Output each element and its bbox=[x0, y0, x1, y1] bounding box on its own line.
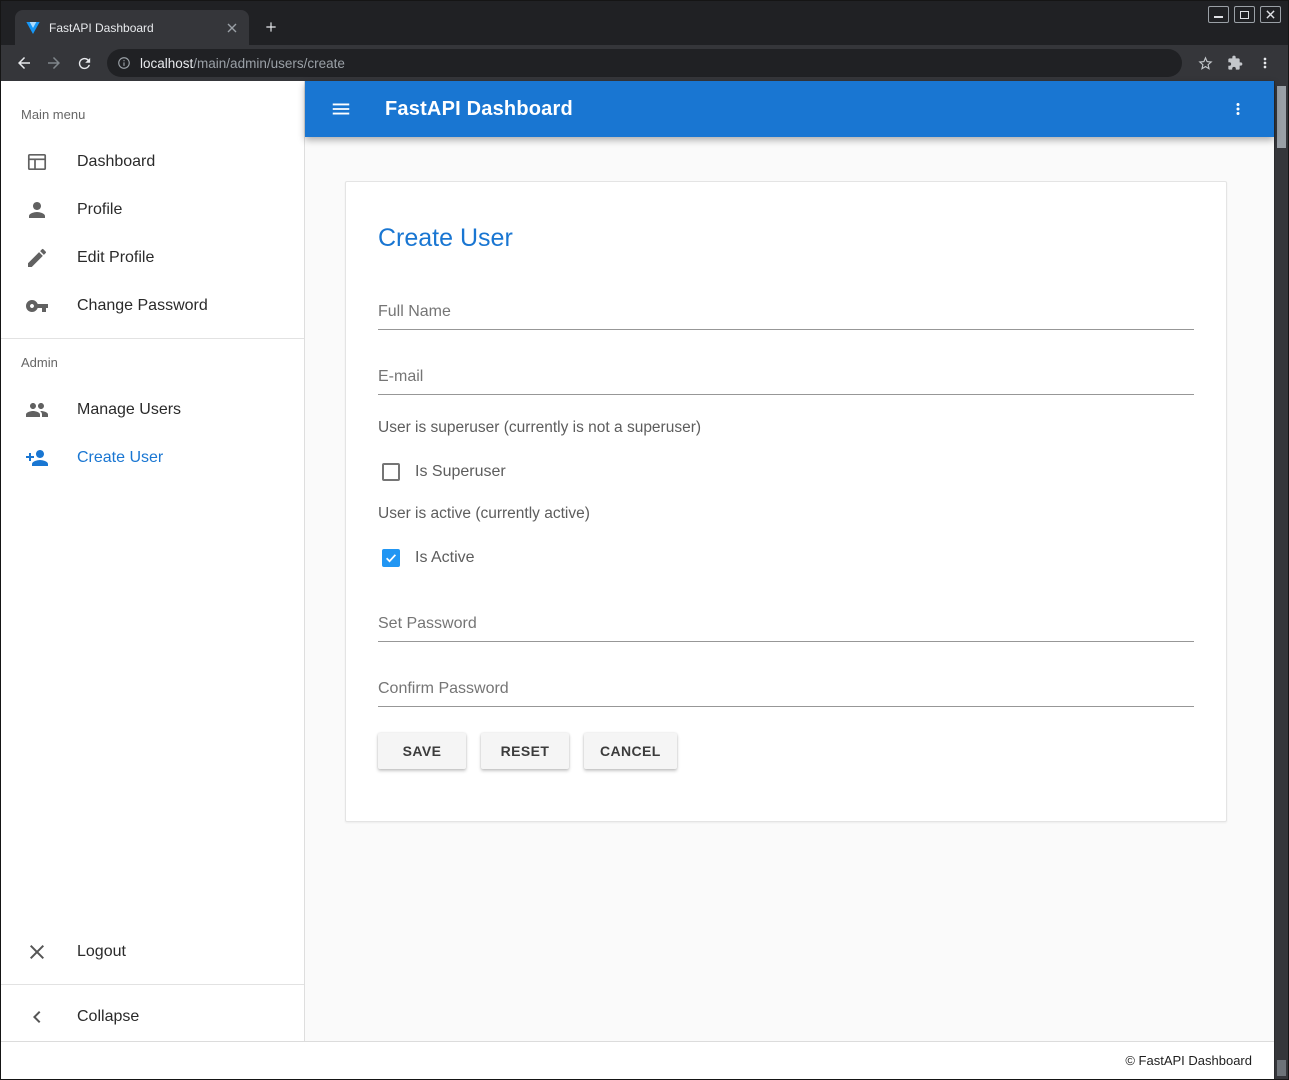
is-active-label: Is Active bbox=[415, 549, 475, 567]
copyright-text: © FastAPI Dashboard bbox=[1125, 1053, 1252, 1068]
page-info-icon[interactable] bbox=[117, 56, 131, 70]
key-icon bbox=[25, 294, 49, 318]
sidebar-item-label: Create User bbox=[77, 449, 163, 467]
maximize-icon bbox=[1240, 11, 1249, 19]
page-viewport: Main menu Dashboard Profile bbox=[1, 81, 1288, 1079]
appbar-menu-button[interactable] bbox=[1220, 91, 1256, 127]
full-name-input[interactable] bbox=[378, 299, 1194, 330]
url-text: localhost/main/admin/users/create bbox=[140, 56, 345, 71]
set-password-input[interactable] bbox=[378, 611, 1194, 642]
sidebar-section-admin: Admin bbox=[1, 347, 304, 386]
reset-button[interactable]: RESET bbox=[481, 733, 569, 769]
person-add-icon bbox=[25, 446, 49, 470]
page-title: Create User bbox=[378, 224, 1194, 253]
url-host: localhost bbox=[140, 56, 193, 71]
browser-toolbar: localhost/main/admin/users/create bbox=[1, 45, 1288, 81]
active-hint: User is active (currently active) bbox=[378, 505, 1194, 523]
create-user-card: Create User User is superuser (currently… bbox=[345, 181, 1227, 822]
back-button[interactable] bbox=[9, 48, 39, 78]
tab-strip: FastAPI Dashboard bbox=[1, 1, 1288, 45]
bookmark-star-icon[interactable] bbox=[1190, 48, 1220, 78]
chevron-left-icon bbox=[25, 1005, 49, 1029]
app-bar: FastAPI Dashboard bbox=[305, 81, 1274, 137]
appbar-title: FastAPI Dashboard bbox=[385, 98, 573, 121]
save-button[interactable]: SAVE bbox=[378, 733, 466, 769]
pencil-icon bbox=[25, 246, 49, 270]
vertical-scrollbar[interactable] bbox=[1274, 81, 1288, 1079]
checkmark-icon bbox=[384, 551, 398, 565]
tab-title: FastAPI Dashboard bbox=[49, 21, 215, 35]
dashboard-icon bbox=[25, 150, 49, 174]
page-footer: © FastAPI Dashboard bbox=[1, 1041, 1274, 1079]
browser-window: FastAPI Dashboard bbox=[0, 0, 1289, 1080]
sidebar-spacer bbox=[1, 482, 304, 928]
close-window-button[interactable] bbox=[1260, 6, 1281, 23]
address-bar[interactable]: localhost/main/admin/users/create bbox=[107, 49, 1182, 77]
window-controls bbox=[1208, 6, 1281, 23]
kebab-menu-icon bbox=[1229, 100, 1247, 118]
browser-tab[interactable]: FastAPI Dashboard bbox=[15, 10, 249, 45]
main-content: FastAPI Dashboard Create User User is su… bbox=[305, 81, 1274, 1041]
minimize-icon bbox=[1214, 11, 1223, 18]
hamburger-icon bbox=[330, 98, 352, 120]
sidebar-item-label: Dashboard bbox=[77, 153, 155, 171]
extensions-icon[interactable] bbox=[1220, 48, 1250, 78]
scrollbar-corner bbox=[1277, 1060, 1286, 1076]
sidebar-item-label: Change Password bbox=[77, 297, 208, 315]
is-active-checkbox[interactable] bbox=[382, 549, 400, 567]
sidebar-item-edit-profile[interactable]: Edit Profile bbox=[1, 234, 304, 282]
maximize-button[interactable] bbox=[1234, 6, 1255, 23]
sidebar: Main menu Dashboard Profile bbox=[1, 81, 305, 1041]
sidebar-item-label: Manage Users bbox=[77, 401, 181, 419]
superuser-hint: User is superuser (currently is not a su… bbox=[378, 419, 1194, 437]
confirm-password-input[interactable] bbox=[378, 676, 1194, 707]
is-superuser-label: Is Superuser bbox=[415, 463, 506, 481]
new-tab-button[interactable] bbox=[257, 13, 285, 41]
menu-toggle-button[interactable] bbox=[323, 91, 359, 127]
url-path: /main/admin/users/create bbox=[193, 56, 345, 71]
sidebar-item-label: Collapse bbox=[77, 1008, 139, 1026]
tab-close-icon[interactable] bbox=[223, 19, 241, 37]
minimize-button[interactable] bbox=[1208, 6, 1229, 23]
forward-button[interactable] bbox=[39, 48, 69, 78]
sidebar-item-collapse[interactable]: Collapse bbox=[1, 993, 304, 1041]
sidebar-item-label: Edit Profile bbox=[77, 249, 154, 267]
sidebar-item-logout[interactable]: Logout bbox=[1, 928, 304, 976]
sidebar-divider bbox=[1, 984, 304, 985]
email-input[interactable] bbox=[378, 364, 1194, 395]
person-icon bbox=[25, 198, 49, 222]
is-superuser-checkbox[interactable] bbox=[382, 463, 400, 481]
sidebar-item-profile[interactable]: Profile bbox=[1, 186, 304, 234]
cancel-button[interactable]: CANCEL bbox=[584, 733, 677, 769]
browser-menu-button[interactable] bbox=[1250, 48, 1280, 78]
refresh-button[interactable] bbox=[69, 48, 99, 78]
sidebar-divider bbox=[1, 338, 304, 339]
sidebar-item-label: Profile bbox=[77, 201, 122, 219]
sidebar-item-create-user[interactable]: Create User bbox=[1, 434, 304, 482]
superuser-checkbox-row: Is Superuser bbox=[378, 463, 1194, 481]
sidebar-item-label: Logout bbox=[77, 943, 126, 961]
vuetify-favicon bbox=[25, 20, 41, 36]
form-buttons: SAVE RESET CANCEL bbox=[378, 733, 1194, 769]
sidebar-section-main-menu: Main menu bbox=[1, 99, 304, 138]
sidebar-item-manage-users[interactable]: Manage Users bbox=[1, 386, 304, 434]
people-icon bbox=[25, 398, 49, 422]
active-checkbox-row: Is Active bbox=[378, 549, 1194, 567]
sidebar-item-change-password[interactable]: Change Password bbox=[1, 282, 304, 330]
close-icon bbox=[25, 940, 49, 964]
scrollbar-thumb[interactable] bbox=[1277, 86, 1286, 148]
close-window-icon bbox=[1266, 10, 1275, 19]
sidebar-item-dashboard[interactable]: Dashboard bbox=[1, 138, 304, 186]
page-body: Create User User is superuser (currently… bbox=[305, 137, 1274, 1041]
